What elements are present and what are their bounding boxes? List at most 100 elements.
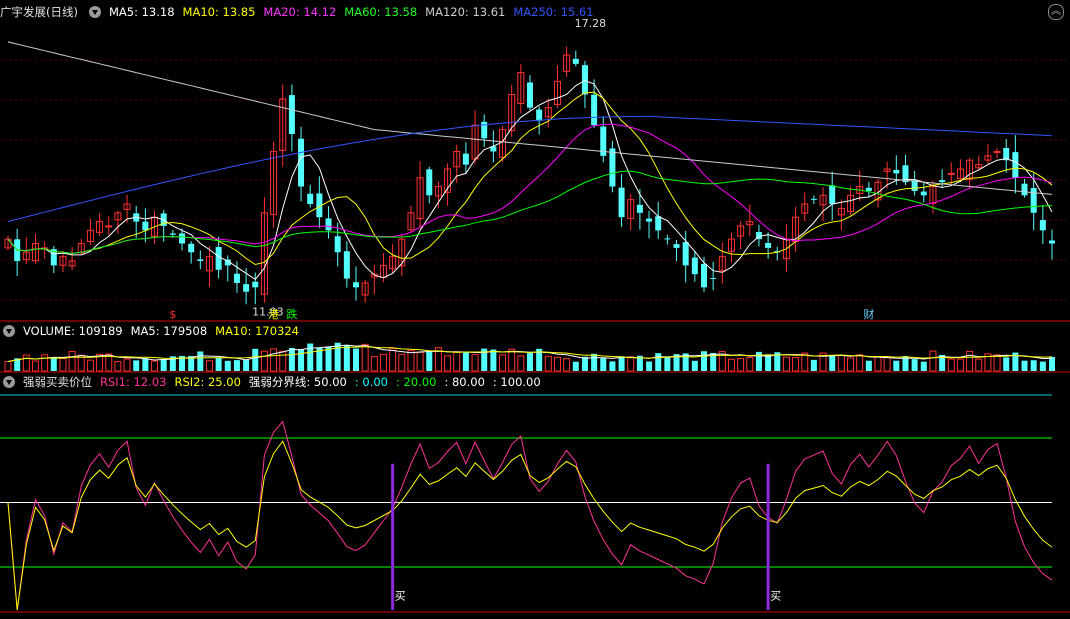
volume-bar [874,356,882,372]
volume-bar [691,360,698,371]
volume-bar [792,357,800,372]
ma10-label: MA10: 13.85 [182,5,256,19]
volume-bar [260,350,268,372]
volume-bar [975,358,983,372]
volume-bar [929,350,937,372]
volume-bar [664,357,671,371]
volume-bar [956,358,964,372]
volume-bar [205,360,213,372]
volume-bar [298,349,305,371]
volume-bar [1049,356,1055,371]
candle-body [188,243,195,253]
volume-bar [4,360,12,372]
volume-bar [609,361,616,371]
rsi-header: 强弱买卖价位 RSI1: 12.03 RSI2: 25.00 强弱分界线: 50… [0,373,545,391]
candle-body [655,216,662,231]
volume-bar [59,357,67,372]
volume-bar [86,359,94,372]
ma250-line [7,115,1053,223]
candle-body [591,94,598,126]
volume-bar [370,356,378,372]
volume-bar [947,358,955,372]
volume-bar [920,361,927,371]
volume-bar [572,361,579,371]
volume-bar [553,356,561,372]
rsi-level20-label: : 20.00 [396,375,437,389]
volume-bar [966,350,974,372]
dropdown-icon[interactable] [3,325,15,337]
candle-body [252,281,259,288]
chart-title: 广宇发展(日线) [0,5,78,19]
candle-body [169,233,176,235]
volume-bar [727,358,735,372]
candle-body [673,244,680,248]
candle-body [353,282,359,288]
candle-body [307,193,314,205]
volume-bar [1003,357,1010,371]
candle-body [810,198,817,200]
event-marker: 财 [863,307,874,321]
candle-body [215,247,222,270]
volume-bar [453,351,461,372]
candle-body [243,284,250,292]
volume-bar [837,354,845,372]
volume-bar [865,360,872,371]
volume-bar [627,356,635,372]
ma250-label: MA250: 15.61 [513,5,594,19]
candle-body [829,185,836,205]
volume-bar [41,354,49,372]
rsi-boundary-label: 强弱分界线: 50.00 [248,375,347,389]
volume-bar [701,351,707,371]
candle-body [233,273,240,283]
volume-header: VOLUME: 109189 MA5: 179508 MA10: 170324 [0,322,303,340]
candle-body [947,172,955,175]
ma20-label: MA20: 14.12 [263,5,337,19]
volume-bar [142,358,149,371]
volume-bar [856,354,864,372]
volume-bar [379,353,387,372]
dropdown-icon[interactable] [3,376,15,388]
dropdown-icon[interactable] [88,6,101,18]
stock-chart: 17.28 11.03 $ 港跌财买买 广宇发展(日线) MA5: 13.18 MA1… [0,0,1070,615]
volume-bar [782,356,790,372]
candle-body [1021,183,1028,196]
volume-bar [22,354,30,372]
volume-bar [215,357,222,371]
candle-body [682,242,689,266]
candle-body [691,257,698,275]
candle-body [197,259,204,262]
volume-bar [1030,360,1037,371]
volume-bar [829,355,836,371]
volume-ma5-label: MA5: 179508 [130,324,208,338]
rsi2-label: RSI2: 25.00 [174,375,241,389]
volume-bar [133,360,140,371]
candle-body [179,233,185,244]
candle-body [701,263,707,288]
volume-label: VOLUME: 109189 [23,324,123,338]
volume-bar [361,343,369,372]
volume-bar [563,358,571,372]
volume-bar [398,353,406,372]
candle-body [527,82,533,108]
rsi-level0-label: : 0.00 [354,375,388,389]
volume-bar [600,358,607,371]
candle-body [105,225,113,228]
volume-bar [490,349,497,371]
volume-bar [993,354,1001,372]
candle-body [993,150,1001,153]
collapse-icon[interactable]: ︽ [1048,4,1064,20]
ma120-label: MA120: 13.61 [425,5,506,19]
volume-bar [591,353,598,371]
candle-body [664,238,671,240]
event-marker: 港 [268,308,279,321]
volume-bar [50,357,57,371]
candle-body [298,138,305,187]
candle-body [710,277,717,279]
volume-bar [581,356,588,371]
volume-bar [847,357,855,372]
candle-body [865,187,872,191]
candle-body [343,251,350,279]
candle-body [288,95,295,134]
candle-body [646,218,653,222]
volume-ma10-label: MA10: 170324 [215,324,299,338]
